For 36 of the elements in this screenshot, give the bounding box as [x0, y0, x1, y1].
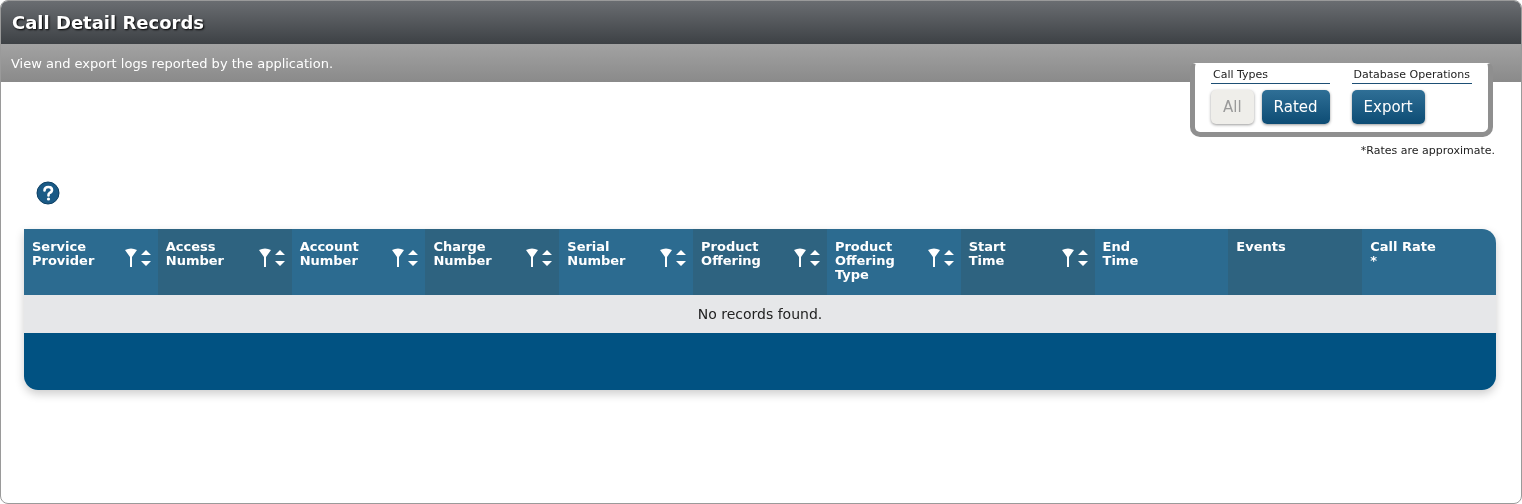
- sort-icon[interactable]: [541, 248, 554, 268]
- column-header[interactable]: Product Offering: [693, 229, 827, 295]
- group-label: Database Operations: [1351, 68, 1472, 84]
- column-header[interactable]: Account Number: [291, 229, 426, 295]
- sort-icon[interactable]: [675, 248, 688, 268]
- sort-icon[interactable]: [808, 248, 821, 268]
- filter-icon[interactable]: [123, 248, 138, 268]
- sort-icon[interactable]: [407, 248, 420, 268]
- help-icon[interactable]: [36, 181, 61, 206]
- sort-icon[interactable]: [1076, 248, 1089, 268]
- filter-button[interactable]: Export: [1351, 90, 1425, 124]
- sort-icon[interactable]: [139, 248, 152, 268]
- rates-note: *Rates are approximate.: [1360, 144, 1495, 157]
- column-header[interactable]: Serial Number: [559, 229, 694, 295]
- column-header[interactable]: Call Rate *: [1362, 229, 1496, 295]
- filter-icon[interactable]: [391, 248, 406, 268]
- filter-icon[interactable]: [525, 248, 540, 268]
- sort-icon[interactable]: [942, 248, 955, 268]
- empty-message: No records found.: [697, 306, 823, 322]
- page-description: View and export logs reported by the application.: [11, 55, 333, 71]
- window-title: Call Detail Records: [12, 12, 205, 33]
- filter-button[interactable]: Rated: [1261, 90, 1330, 124]
- filter-icon[interactable]: [659, 248, 674, 268]
- filter-icon[interactable]: [792, 248, 807, 268]
- filter-icon[interactable]: [926, 248, 941, 268]
- filter-icon[interactable]: [257, 248, 272, 268]
- column-header[interactable]: Start Time: [960, 229, 1095, 295]
- column-header[interactable]: Service Provider: [24, 229, 158, 295]
- group-label: Call Types: [1211, 68, 1330, 84]
- column-header[interactable]: Charge Number: [425, 229, 560, 295]
- sort-icon[interactable]: [273, 248, 286, 268]
- column-header[interactable]: End Time: [1094, 229, 1229, 295]
- column-header[interactable]: Access Number: [157, 229, 292, 295]
- column-header[interactable]: Events: [1228, 229, 1363, 295]
- filter-icon[interactable]: [1060, 248, 1075, 268]
- column-header[interactable]: Product Offering Type: [826, 229, 961, 295]
